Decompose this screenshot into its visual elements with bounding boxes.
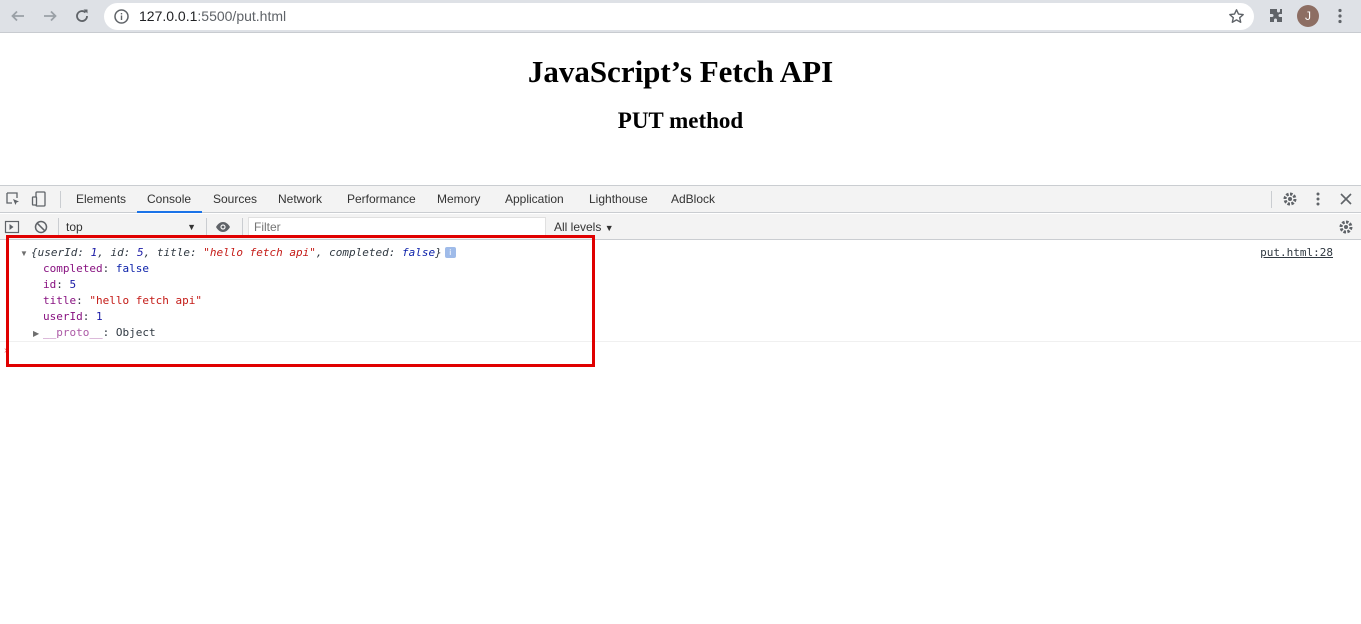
url-path: :5500/put.html bbox=[197, 8, 287, 24]
console-settings-gear-icon[interactable] bbox=[1338, 219, 1354, 235]
caret-down-icon: ▼ bbox=[604, 223, 614, 233]
star-icon[interactable] bbox=[1228, 8, 1245, 25]
puzzle-icon[interactable] bbox=[1266, 6, 1286, 26]
tab-network[interactable]: Network bbox=[278, 186, 322, 213]
tab-application[interactable]: Application bbox=[505, 186, 564, 213]
page-subtitle: PUT method bbox=[617, 108, 744, 133]
log-levels-label: All levels bbox=[554, 220, 602, 234]
caret-down-icon: ▼ bbox=[187, 222, 196, 232]
tab-elements[interactable]: Elements bbox=[76, 186, 126, 213]
reload-icon bbox=[76, 9, 88, 22]
devtools-panel: Elements Console Sources Network Perform… bbox=[0, 185, 1361, 624]
tab-memory[interactable]: Memory bbox=[437, 186, 480, 213]
back-button[interactable] bbox=[5, 3, 31, 29]
toolbar-divider bbox=[206, 218, 207, 235]
settings-gear-icon[interactable] bbox=[1282, 191, 1298, 207]
toolbar-divider bbox=[58, 218, 59, 235]
forward-button[interactable] bbox=[37, 3, 63, 29]
tab-sources[interactable]: Sources bbox=[213, 186, 257, 213]
tab-console[interactable]: Console bbox=[147, 186, 191, 213]
devtools-menu-icon[interactable] bbox=[1310, 191, 1326, 207]
kebab-menu-icon[interactable] bbox=[1330, 6, 1350, 26]
address-bar[interactable]: 127.0.0.1:5500/put.html bbox=[104, 3, 1254, 30]
active-tab-indicator bbox=[137, 211, 202, 213]
page-title: JavaScript’s Fetch API bbox=[527, 54, 834, 89]
close-icon[interactable] bbox=[1338, 191, 1354, 207]
devtools-tabbar: Elements Console Sources Network Perform… bbox=[0, 186, 1361, 213]
avatar[interactable]: J bbox=[1297, 5, 1319, 27]
inspect-element-icon[interactable] bbox=[5, 191, 21, 207]
source-link[interactable]: put.html:28 bbox=[1260, 245, 1333, 261]
info-icon[interactable] bbox=[113, 8, 130, 25]
highlight-annotation-box bbox=[6, 235, 595, 367]
tab-lighthouse[interactable]: Lighthouse bbox=[589, 186, 648, 213]
context-select[interactable]: top ▼ bbox=[66, 218, 202, 236]
clear-console-icon[interactable] bbox=[33, 219, 49, 235]
filter-input[interactable] bbox=[248, 217, 546, 237]
toolbar-divider bbox=[1271, 191, 1272, 208]
reload-button[interactable] bbox=[69, 3, 95, 29]
sidebar-toggle-icon[interactable] bbox=[4, 219, 20, 235]
context-value: top bbox=[66, 220, 83, 234]
device-toolbar-icon[interactable] bbox=[31, 191, 47, 207]
url-text[interactable]: 127.0.0.1:5500/put.html bbox=[139, 8, 286, 25]
eye-icon[interactable] bbox=[215, 219, 231, 235]
toolbar-divider bbox=[60, 191, 61, 208]
forward-icon bbox=[44, 10, 57, 22]
back-icon bbox=[11, 10, 24, 22]
browser-toolbar: 127.0.0.1:5500/put.html J bbox=[0, 0, 1361, 33]
tab-performance[interactable]: Performance bbox=[347, 186, 416, 213]
page-viewport: JavaScript’s Fetch API PUT method bbox=[0, 34, 1361, 185]
tab-adblock[interactable]: AdBlock bbox=[671, 186, 715, 213]
toolbar-divider bbox=[242, 218, 243, 235]
url-host: 127.0.0.1 bbox=[139, 8, 198, 24]
